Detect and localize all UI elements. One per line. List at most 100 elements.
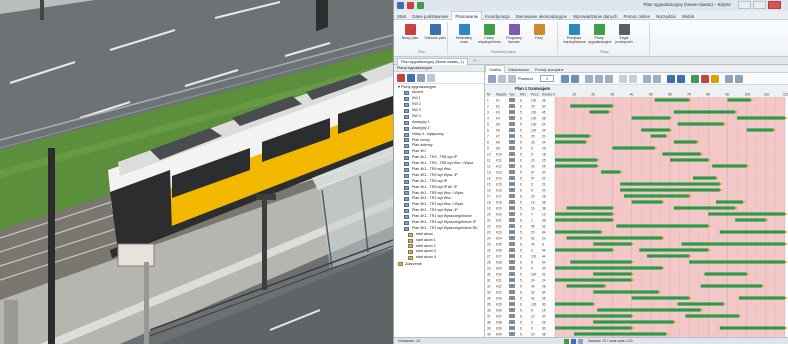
ribbon-button-label: Fazy: [535, 36, 543, 40]
amber-transition: [762, 285, 764, 287]
row-end: 20: [542, 273, 546, 277]
zoom-out-icon[interactable]: [498, 75, 506, 83]
ribbon-button[interactable]: Fazy: [528, 24, 550, 40]
row-min: 6: [520, 183, 522, 187]
green-phase-bar: [641, 128, 670, 132]
row-start: 34: [531, 285, 535, 289]
row-min: 5: [520, 147, 522, 151]
signal-timing-grid[interactable]: Plan z tramwajem Nr Nazwa Typ Min Pocz. Koniec…: [485, 85, 788, 338]
search-icon[interactable]: [585, 75, 593, 83]
ribbon-button[interactable]: Przejście międzyfazowe: [563, 24, 586, 45]
fit-icon[interactable]: [508, 75, 516, 83]
signal-type-icon: [509, 266, 515, 270]
select-icon[interactable]: [677, 75, 685, 83]
ribbon-button[interactable]: Plany sygnalizacyjne: [588, 24, 611, 44]
row-min: 5: [520, 309, 522, 313]
arrow-right-icon[interactable]: [571, 75, 579, 83]
status-bar: Gotowość: 14 Zadanie 15 / czas cyklu 120: [394, 337, 788, 344]
row-type: K24: [496, 237, 502, 241]
ribbon-button[interactable]: Minimalny czas: [453, 24, 475, 44]
paste-icon[interactable]: [427, 74, 435, 82]
ribbon-button-label: Przejście międzyfazowe: [563, 36, 586, 45]
shift-label: Przesuń: [518, 76, 533, 81]
row-type: K25: [496, 243, 502, 247]
green-phase-bar: [574, 332, 667, 336]
signal-type-icon: [509, 284, 515, 288]
signal-type-icon: [509, 212, 515, 216]
arrow-left-icon[interactable]: [561, 75, 569, 83]
timeline-tick: 30: [611, 93, 615, 97]
amber-transition: [746, 165, 749, 167]
row-type: K18: [496, 201, 502, 205]
tree-item-events[interactable]: Zdarzenie: [394, 261, 484, 267]
row-start: 4: [531, 267, 533, 271]
ribbon-tab[interactable]: Planowanie: [451, 11, 483, 20]
cursor-icon[interactable]: [667, 75, 675, 83]
print-icon[interactable]: [735, 75, 743, 83]
green-phase-bar: [677, 302, 724, 306]
copy-icon[interactable]: [417, 74, 425, 82]
maximize-button[interactable]: [753, 1, 766, 9]
grid-icon[interactable]: [605, 75, 613, 83]
timeline-tick: 10: [572, 93, 576, 97]
ribbon-button[interactable]: Nowy plan: [399, 24, 421, 40]
amber-transition: [673, 321, 676, 323]
delete-icon[interactable]: [397, 74, 405, 82]
close-button[interactable]: [768, 1, 781, 9]
magnify-icon[interactable]: [595, 75, 603, 83]
plan-icon: [404, 103, 409, 108]
undo-icon[interactable]: [407, 2, 414, 9]
editor-sub-tab[interactable]: Grafika: [485, 65, 506, 73]
zoom-in-icon[interactable]: [488, 75, 496, 83]
signal-type-icon: [509, 194, 515, 198]
row-min: 5: [520, 333, 522, 337]
table-icon[interactable]: [653, 75, 661, 83]
row-min: 6: [520, 165, 522, 169]
row-type: K38: [496, 321, 502, 325]
document-tab[interactable]: Plan sygnalizacyjny (Nowe miasto_1): [397, 58, 468, 65]
row-end: 44: [542, 249, 546, 253]
ribbon-button[interactable]: Zegar przełączeń: [613, 24, 635, 44]
shift-input[interactable]: 1: [540, 75, 554, 82]
row-number: 22: [487, 225, 491, 229]
row-type: K7: [496, 135, 500, 139]
plan-icon: [404, 162, 409, 167]
row-number: 12: [487, 165, 491, 169]
row-number: 11: [487, 159, 491, 163]
amber-transition: [631, 243, 634, 245]
signal-type-icon: [509, 188, 515, 192]
row-number: 2: [487, 105, 489, 109]
plan-icon: [404, 209, 409, 214]
row-number: 3: [487, 111, 489, 115]
green-phase-bar: [670, 158, 709, 162]
green-phase-icon[interactable]: [691, 75, 699, 83]
timing-grid-svg[interactable]: Plan z tramwajemNr Nazwa Typ Min Pocz. Koniec…: [485, 85, 788, 338]
add-icon[interactable]: [407, 74, 415, 82]
lock-icon[interactable]: [629, 75, 637, 83]
signal-type-icon: [509, 110, 515, 114]
ribbon-button[interactable]: Odtwórz plan: [424, 24, 446, 40]
ribbon-tab-bar: Start Dane podstawowe Planowanie Koordynacj…: [394, 11, 788, 20]
row-end: 38: [542, 207, 546, 211]
ribbon-button[interactable]: Czasy międzyzielone: [478, 24, 501, 44]
green-phase-bar: [735, 218, 766, 222]
amber-transition: [739, 315, 741, 317]
chart-icon[interactable]: [643, 75, 651, 83]
row-number: 38: [487, 321, 491, 325]
tram-photo-illustration: [0, 0, 393, 344]
signal-type-icon: [509, 260, 515, 264]
ribbon-button[interactable]: Programy fazowe: [503, 24, 525, 44]
timeline-tick: 80: [706, 93, 710, 97]
row-min: 6: [520, 117, 522, 121]
settings-icon[interactable]: [725, 75, 733, 83]
min-time-icon: [458, 24, 470, 35]
minimize-button[interactable]: [738, 1, 751, 9]
signal-type-icon: [509, 116, 515, 120]
close-tab-icon[interactable]: ✕: [473, 58, 476, 63]
cut-icon[interactable]: [619, 75, 627, 83]
red-phase-icon[interactable]: [701, 75, 709, 83]
amber-phase-icon[interactable]: [711, 75, 719, 83]
save-icon[interactable]: [397, 2, 404, 9]
redo-icon[interactable]: [417, 2, 424, 9]
plan-icon: [404, 120, 409, 125]
